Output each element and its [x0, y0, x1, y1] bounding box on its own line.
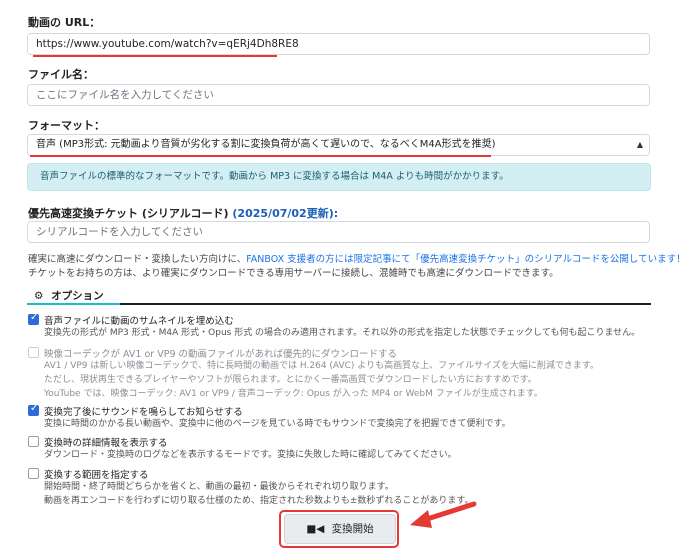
format-select[interactable]: 音声 (MP3形式: 元動画より音質が劣化する割に変換負荷が高くて遅いので、なる… — [27, 134, 650, 156]
format-annotation-underline — [30, 155, 491, 157]
option-thumbnail-title: 音声ファイルに動画のサムネイルを埋め込む — [44, 316, 234, 327]
option-range-title: 変換する範囲を指定する — [44, 470, 149, 481]
start-button-label: 変換開始 — [331, 523, 374, 535]
checkbox-range[interactable] — [28, 468, 39, 479]
option-thumbnail-desc: 変換先の形式が MP3 形式・M4A 形式・Opus 形式 の場合のみ適用されま… — [44, 328, 641, 338]
url-label: 動画の URL： — [28, 16, 101, 29]
ticket-label-text: 優先高速変換チケット (シリアルコード) — [28, 207, 229, 220]
option-av1-vp9-desc-3: YouTube では、映像コーデック: AV1 or VP9 / 音声コーデック… — [44, 389, 543, 399]
checkbox-sound[interactable] — [28, 403, 39, 416]
annotation-arrow-icon — [410, 501, 477, 528]
format-label: フォーマット： — [28, 119, 105, 132]
options-title: オプション — [51, 290, 104, 302]
select-arrows-icon: ▲ — [636, 140, 643, 149]
url-value: https://www.youtube.com/watch?v=qERj4Dh8… — [36, 38, 299, 50]
checkbox-av1-vp9[interactable] — [28, 347, 39, 358]
checkbox-details[interactable] — [28, 436, 39, 447]
video-camera-icon: ■◀ — [306, 523, 325, 535]
options-header: ⚙ オプション — [34, 288, 104, 303]
ticket-note-1-text: 確実に高速にダウンロード・変換したい方向けに、 — [28, 254, 247, 265]
ticket-label-date: (2025/07/02更新): — [232, 207, 339, 220]
format-info-box: 音声ファイルの標準的なフォーマットです。動画から MP3 に変換する場合は M4… — [27, 163, 651, 191]
option-av1-vp9-desc-2: ただし、現状再生できるプレイヤーやソフトが限られます。とにかく一番高画質でダウン… — [44, 375, 537, 385]
checkbox-thumbnail[interactable] — [28, 312, 39, 325]
filename-placeholder: ここにファイル名を入力してください — [36, 89, 214, 101]
format-info-text: 音声ファイルの標準的なフォーマットです。動画から MP3 に変換する場合は M4… — [40, 171, 509, 182]
url-annotation-underline — [33, 55, 277, 57]
ticket-label: 優先高速変換チケット (シリアルコード) (2025/07/02更新): — [28, 205, 338, 221]
ticket-note-1: 確実に高速にダウンロード・変換したい方向けに、FANBOX 支援者の方には限定記… — [28, 251, 680, 265]
option-av1-vp9-title: 映像コーデックが AV1 or VP9 の動画ファイルがあれば優先的にダウンロー… — [44, 349, 398, 360]
option-details-desc: ダウンロード・変換時のログなどを表示するモードです。変換に失敗した時に確認してみ… — [44, 450, 457, 460]
option-av1-vp9-desc-1: AV1 / VP9 は新しい映像コーデックで、特に長時間の動画では H.264 … — [44, 361, 599, 371]
options-divider — [120, 303, 651, 305]
url-input[interactable]: https://www.youtube.com/watch?v=qERj4Dh8… — [27, 33, 650, 55]
start-button[interactable]: ■◀ 変換開始 — [284, 514, 396, 544]
filename-label: ファイル名： — [28, 68, 94, 81]
ticket-input[interactable]: シリアルコードを入力してください — [27, 221, 650, 243]
option-sound-title: 変換完了後にサウンドを鳴らしてお知らせする — [44, 407, 243, 418]
option-range-desc-1: 開始時間・終了時間どちらかを省くと、動画の最初・最後からそれぞれ切り取ります。 — [44, 482, 394, 492]
fanbox-link[interactable]: FANBOX 支援者の方には限定記事にて「優先高速変換チケット」のシリアルコード… — [246, 254, 680, 265]
gear-icon: ⚙ — [34, 290, 44, 302]
ticket-note-2: チケットをお持ちの方は、より確実にダウンロードできる専用サーバーに接続し、混雑時… — [28, 268, 559, 279]
option-sound-desc: 変換に時間のかかる長い動画や、変換中に他のページを見ている時でもサウンドで変換完… — [44, 419, 511, 429]
ticket-placeholder: シリアルコードを入力してください — [36, 226, 204, 238]
format-selected: 音声 (MP3形式: 元動画より音質が劣化する割に変換負荷が高くて遅いので、なる… — [36, 139, 496, 150]
option-details-title: 変換時の詳細情報を表示する — [44, 438, 168, 449]
filename-input[interactable]: ここにファイル名を入力してください — [27, 84, 650, 106]
